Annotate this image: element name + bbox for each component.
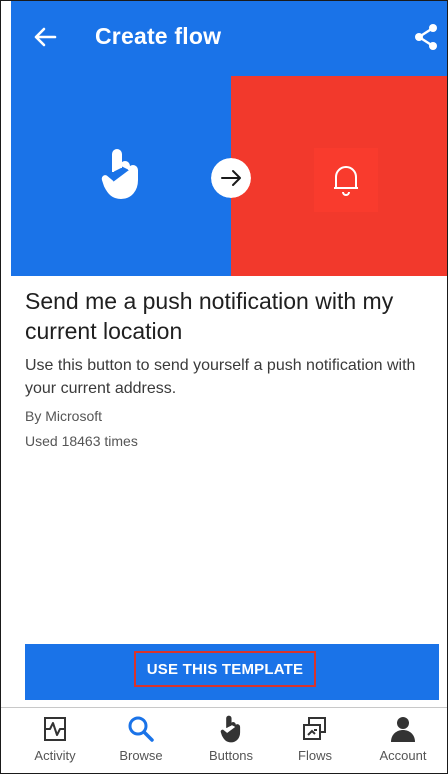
nav-label-account: Account — [379, 748, 427, 763]
nav-item-activity[interactable]: Activity — [15, 714, 95, 763]
template-usage-count: Used 18463 times — [25, 433, 138, 449]
use-template-button[interactable]: USE THIS TEMPLATE — [25, 644, 439, 700]
bottom-navigation: Activity Browse Buttons Flows Account — [1, 707, 447, 773]
touch-icon — [220, 715, 241, 743]
flow-hero-banner — [11, 76, 447, 276]
page-title: Create flow — [95, 23, 222, 49]
search-icon — [128, 716, 154, 742]
activity-icon — [44, 717, 66, 741]
nav-label-activity: Activity — [34, 748, 76, 763]
phone-screen: Create flow Send me a push notification … — [0, 0, 448, 774]
trigger-panel — [11, 76, 231, 276]
template-author: By Microsoft — [25, 408, 103, 424]
nav-item-buttons[interactable]: Buttons — [191, 714, 271, 763]
back-arrow-icon[interactable] — [31, 23, 59, 51]
touch-icon — [101, 149, 138, 199]
bell-icon — [334, 166, 358, 196]
template-title: Send me a push notification with my curr… — [25, 288, 394, 344]
nav-item-browse[interactable]: Browse — [101, 714, 181, 763]
share-icon[interactable] — [413, 23, 439, 51]
flows-icon — [303, 717, 326, 740]
use-template-label: USE THIS TEMPLATE — [134, 651, 316, 687]
app-bar: Create flow — [11, 1, 447, 76]
arrow-right-icon — [211, 158, 251, 198]
nav-item-flows[interactable]: Flows — [275, 714, 355, 763]
notification-tile — [314, 148, 378, 212]
account-icon — [391, 717, 415, 742]
nav-item-account[interactable]: Account — [363, 714, 443, 763]
nav-label-flows: Flows — [298, 748, 332, 763]
template-description: Use this button to send yourself a push … — [25, 357, 416, 397]
nav-label-browse: Browse — [119, 748, 163, 763]
nav-label-buttons: Buttons — [208, 748, 254, 763]
